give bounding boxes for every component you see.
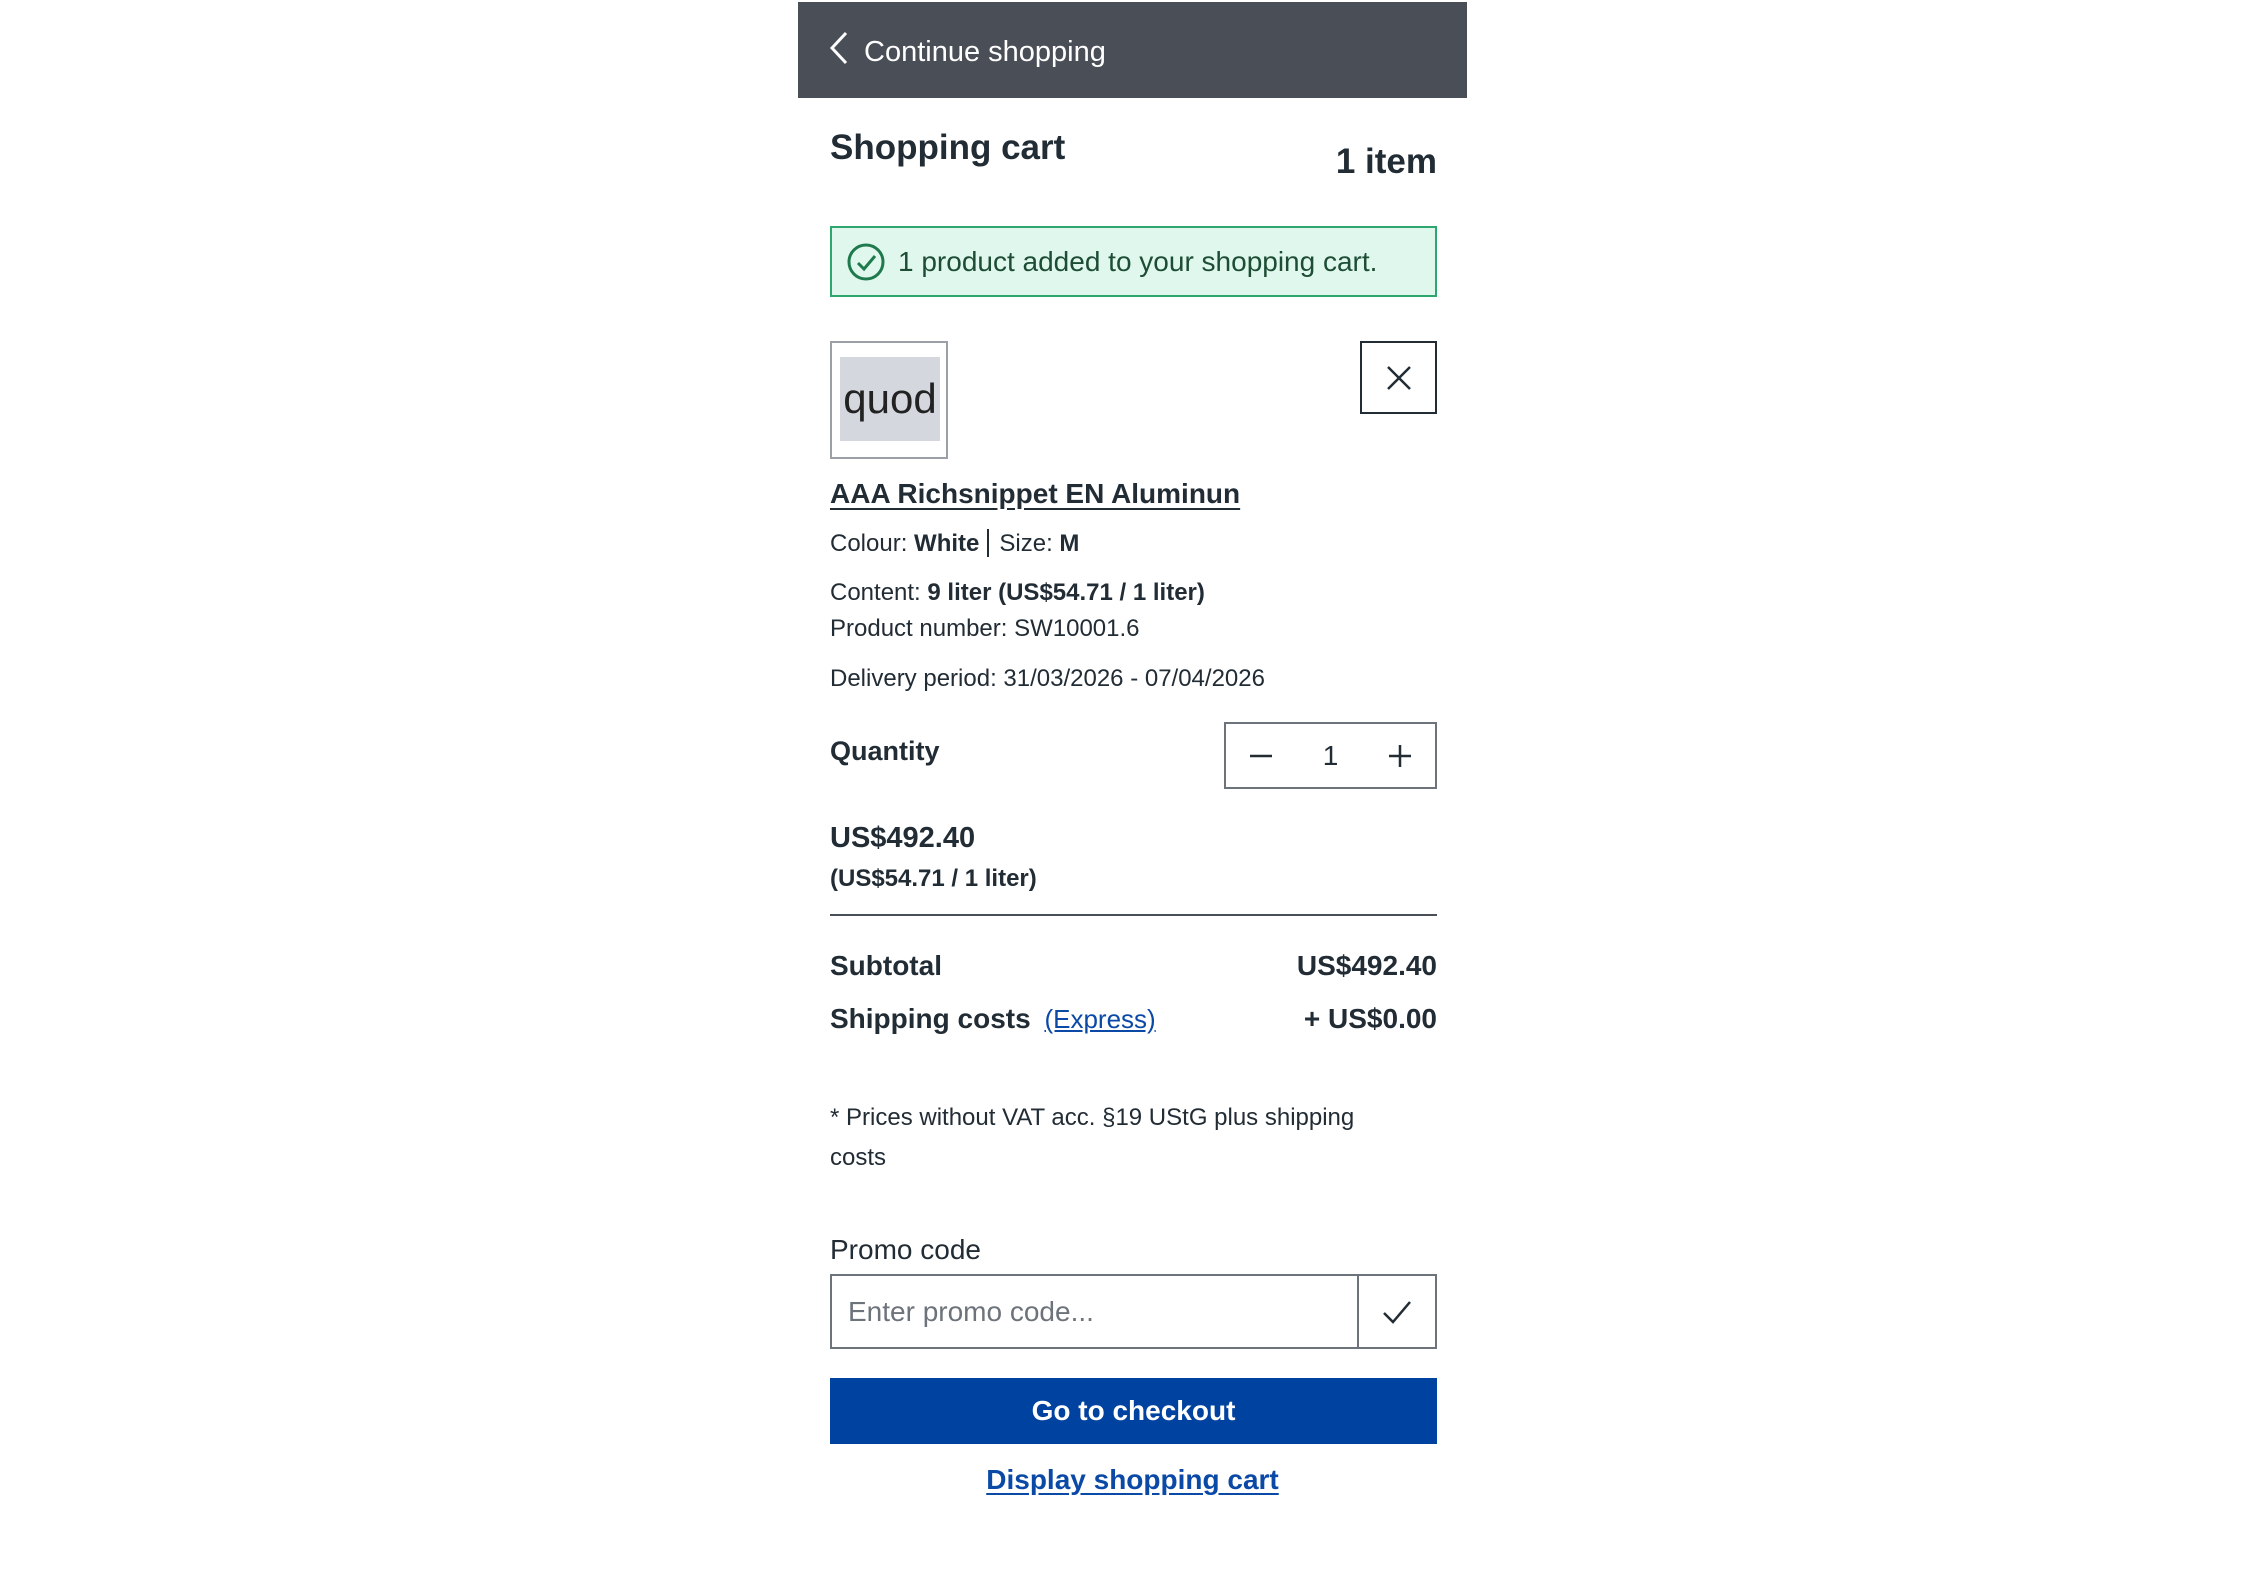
minus-icon: [1250, 754, 1272, 757]
quantity-value[interactable]: 1: [1301, 740, 1361, 772]
size-label: Size:: [999, 530, 1053, 557]
quantity-decrease-button[interactable]: [1226, 724, 1296, 787]
promo-code-input[interactable]: [830, 1274, 1359, 1349]
display-cart-link[interactable]: Display shopping cart: [798, 1464, 1467, 1496]
alert-text: 1 product added to your shopping cart.: [898, 245, 1378, 277]
shipping-label: Shipping costs: [830, 1003, 1031, 1034]
colour-value: White: [914, 530, 980, 557]
subtotal-label: Subtotal: [830, 950, 942, 981]
promo-code-label: Promo code: [830, 1234, 981, 1265]
checkmark-icon: [1383, 1300, 1411, 1324]
product-name-link[interactable]: AAA Richsnippet EN Aluminun: [830, 478, 1240, 510]
content-label: Content:: [830, 579, 921, 606]
check-circle-icon: [847, 243, 885, 280]
product-attributes: Colour: White Size: M: [830, 528, 1080, 559]
delivery-period: Delivery period: 31/03/2026 - 07/04/2026: [830, 665, 1265, 692]
continue-shopping-button[interactable]: Continue shopping: [798, 2, 1467, 98]
success-alert: 1 product added to your shopping cart.: [830, 226, 1437, 297]
divider: [830, 914, 1437, 916]
subtotal-value: US$492.40: [1296, 950, 1437, 981]
chevron-left-icon: [829, 31, 848, 65]
quantity-stepper: 1: [1224, 722, 1437, 789]
thumbnail-placeholder: quod: [840, 357, 940, 441]
reference-price: (US$54.71 / 1 liter): [830, 865, 1037, 892]
plus-icon: [1389, 744, 1411, 767]
product-content: Content: 9 liter (US$54.71 / 1 liter): [830, 579, 1205, 607]
quantity-label: Quantity: [830, 736, 940, 766]
remove-item-button[interactable]: [1360, 341, 1437, 414]
colour-label: Colour:: [830, 530, 908, 557]
close-icon: [1386, 365, 1411, 390]
vat-note: * Prices without VAT acc. §19 UStG plus …: [830, 1104, 1355, 1171]
continue-shopping-label: Continue shopping: [864, 35, 1106, 68]
quantity-increase-button[interactable]: [1365, 724, 1435, 787]
cart-item-count: 1 item: [1335, 142, 1437, 181]
size-value: M: [1059, 530, 1080, 557]
shipping-value: + US$0.00: [1303, 1003, 1437, 1034]
shipping-costs-row: Shipping costs (Express): [830, 1003, 1156, 1035]
product-number: Product number: SW10001.6: [830, 615, 1140, 642]
content-value: 9 liter (US$54.71 / 1 liter): [927, 579, 1205, 606]
go-to-checkout-button[interactable]: Go to checkout: [830, 1378, 1437, 1444]
line-item-price: US$492.40: [830, 822, 976, 854]
product-thumbnail[interactable]: quod: [830, 341, 948, 459]
attribute-separator: [987, 528, 990, 557]
promo-submit-button[interactable]: [1357, 1274, 1437, 1349]
cart-offcanvas: Continue shopping Shopping cart 1 item 1…: [798, 2, 1467, 1582]
cart-title: Shopping cart: [830, 128, 1066, 167]
shipping-method-link[interactable]: (Express): [1044, 1004, 1155, 1034]
